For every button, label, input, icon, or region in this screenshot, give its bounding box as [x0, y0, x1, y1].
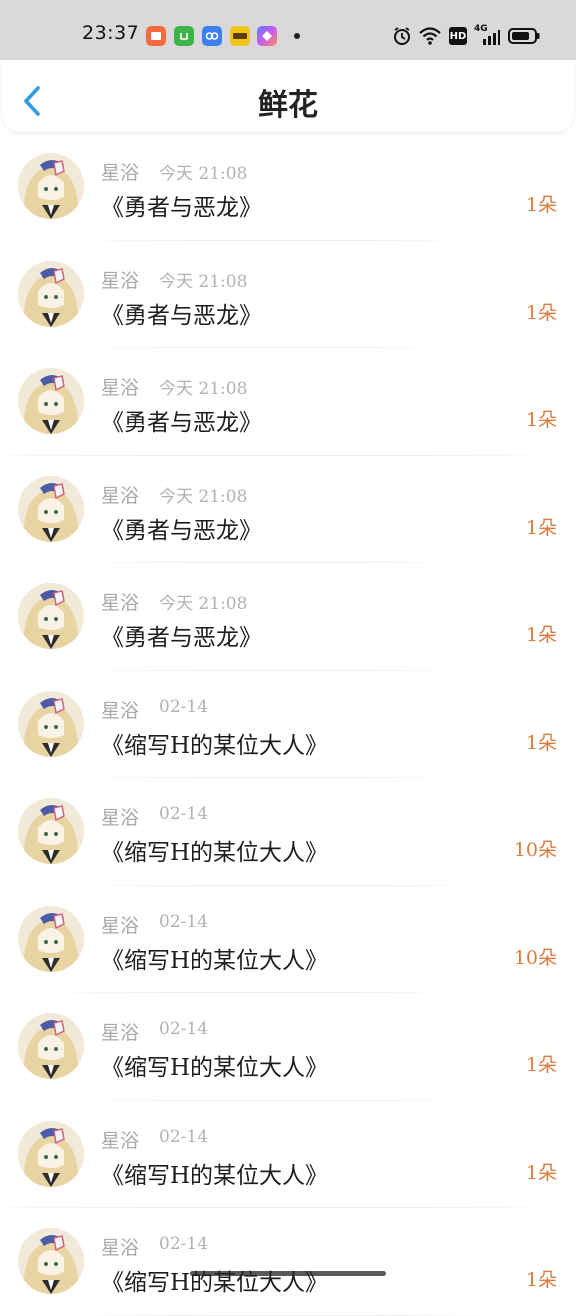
divider — [100, 1314, 490, 1316]
list-item[interactable]: 星浴 02-14 《缩写H的某位大人》 1朵 — [0, 1101, 576, 1208]
list-item[interactable]: 星浴 今天 21:08 《勇者与恶龙》 1朵 — [0, 133, 576, 241]
link-app-icon — [202, 26, 222, 46]
sender-name[interactable]: 星浴 — [101, 158, 139, 185]
sender-name[interactable]: 星浴 — [101, 1126, 139, 1153]
flower-count: 1朵 — [525, 1161, 557, 1184]
wifi-icon — [419, 26, 441, 46]
page-title: 鲜花 — [258, 88, 318, 123]
avatar[interactable] — [18, 153, 84, 219]
avatar[interactable] — [18, 1013, 84, 1079]
notification-dot — [294, 33, 300, 39]
list-item[interactable]: 星浴 02-14 《缩写H的某位大人》 1朵 — [0, 1208, 576, 1316]
flower-count: 1朵 — [525, 1054, 557, 1076]
book-title[interactable]: 《缩写H的某位大人》 — [101, 1048, 328, 1082]
flower-count: 10朵 — [513, 946, 557, 969]
list-item[interactable]: 星浴 今天 21:08 《勇者与恶龙》 1朵 — [0, 456, 576, 563]
avatar-image — [18, 153, 84, 219]
timestamp: 02-14 — [159, 911, 209, 932]
list-item[interactable]: 星浴 02-14 《缩写H的某位大人》 1朵 — [0, 993, 576, 1101]
avatar-image — [18, 1120, 84, 1187]
avatar[interactable] — [18, 260, 84, 327]
avatar-image — [18, 260, 84, 327]
sender-name[interactable]: 星浴 — [101, 1018, 139, 1045]
battery-icon — [508, 28, 540, 48]
book-title[interactable]: 《缩写H的某位大人》 — [101, 1156, 328, 1190]
alarm-icon — [392, 26, 412, 46]
avatar-image — [18, 475, 84, 542]
flower-count: 1朵 — [525, 624, 557, 646]
list-item[interactable]: 星浴 今天 21:08 《勇者与恶龙》 1朵 — [0, 563, 576, 671]
mail-app-icon — [146, 26, 166, 46]
yellow-app-icon — [230, 26, 250, 46]
sender-name[interactable]: 星浴 — [101, 1233, 139, 1260]
sender-name[interactable]: 星浴 — [101, 803, 139, 830]
gallery-app-icon — [257, 26, 277, 46]
sender-name[interactable]: 星浴 — [101, 588, 139, 615]
timestamp: 今天 21:08 — [159, 594, 248, 614]
avatar[interactable] — [18, 583, 84, 649]
flower-count: 1朵 — [525, 731, 557, 754]
avatar[interactable] — [18, 1120, 84, 1187]
avatar[interactable] — [18, 798, 84, 864]
book-title[interactable]: 《勇者与恶龙》 — [101, 511, 262, 545]
signal-icon — [476, 30, 500, 50]
timestamp: 今天 21:08 — [159, 271, 248, 292]
avatar[interactable] — [18, 475, 84, 542]
sender-name[interactable]: 星浴 — [101, 373, 139, 400]
timestamp: 今天 21:08 — [159, 164, 248, 184]
status-time: 23:37 — [82, 22, 140, 44]
sender-name[interactable]: 星浴 — [101, 911, 139, 938]
green-app-icon — [174, 26, 194, 46]
sender-name[interactable]: 星浴 — [101, 696, 139, 723]
avatar-image — [18, 368, 84, 434]
avatar-image — [18, 905, 84, 972]
list-item[interactable]: 星浴 02-14 《缩写H的某位大人》 10朵 — [0, 886, 576, 993]
avatar[interactable] — [18, 690, 84, 757]
timestamp: 02-14 — [159, 1234, 209, 1254]
book-title[interactable]: 《缩写H的某位大人》 — [101, 941, 328, 975]
hd-badge: HD — [449, 27, 467, 45]
timestamp: 02-14 — [159, 1019, 209, 1039]
flower-count: 1朵 — [525, 1269, 557, 1291]
flower-count: 1朵 — [525, 516, 557, 539]
timestamp: 02-14 — [159, 1126, 209, 1147]
sender-name[interactable]: 星浴 — [101, 481, 139, 508]
flower-count: 10朵 — [513, 839, 557, 861]
avatar[interactable] — [18, 368, 84, 434]
status-bar: 23:37 HD 4G — [0, 0, 576, 60]
flower-count: 1朵 — [525, 409, 557, 431]
book-title[interactable]: 《勇者与恶龙》 — [101, 618, 262, 652]
sender-name[interactable]: 星浴 — [101, 266, 139, 293]
flower-count: 1朵 — [525, 301, 557, 324]
avatar-image — [18, 798, 84, 864]
list-item[interactable]: 星浴 02-14 《缩写H的某位大人》 1朵 — [0, 671, 576, 778]
avatar-image — [18, 583, 84, 649]
timestamp: 02-14 — [159, 804, 209, 824]
book-title[interactable]: 《缩写H的某位大人》 — [101, 833, 328, 867]
flower-count: 1朵 — [525, 194, 557, 216]
avatar[interactable] — [18, 1228, 84, 1294]
timestamp: 今天 21:08 — [159, 379, 248, 399]
avatar-image — [18, 690, 84, 757]
list-item[interactable]: 星浴 02-14 《缩写H的某位大人》 10朵 — [0, 778, 576, 886]
avatar[interactable] — [18, 905, 84, 972]
timestamp: 02-14 — [159, 696, 209, 717]
book-title[interactable]: 《勇者与恶龙》 — [101, 403, 262, 437]
book-title[interactable]: 《缩写H的某位大人》 — [101, 726, 328, 760]
home-gesture-bar[interactable] — [190, 1271, 386, 1276]
book-title[interactable]: 《勇者与恶龙》 — [101, 296, 262, 330]
timestamp: 今天 21:08 — [159, 486, 248, 507]
book-title[interactable]: 《缩写H的某位大人》 — [101, 1263, 328, 1297]
avatar-image — [18, 1228, 84, 1294]
flower-record-list[interactable]: 星浴 今天 21:08 《勇者与恶龙》 1朵 星浴 今天 21:08 《勇者与恶… — [0, 133, 576, 1316]
book-title[interactable]: 《勇者与恶龙》 — [101, 188, 262, 222]
list-item[interactable]: 星浴 今天 21:08 《勇者与恶龙》 1朵 — [0, 241, 576, 348]
avatar-image — [18, 1013, 84, 1079]
nav-header: 鲜花 — [2, 60, 574, 132]
list-item[interactable]: 星浴 今天 21:08 《勇者与恶龙》 1朵 — [0, 348, 576, 456]
